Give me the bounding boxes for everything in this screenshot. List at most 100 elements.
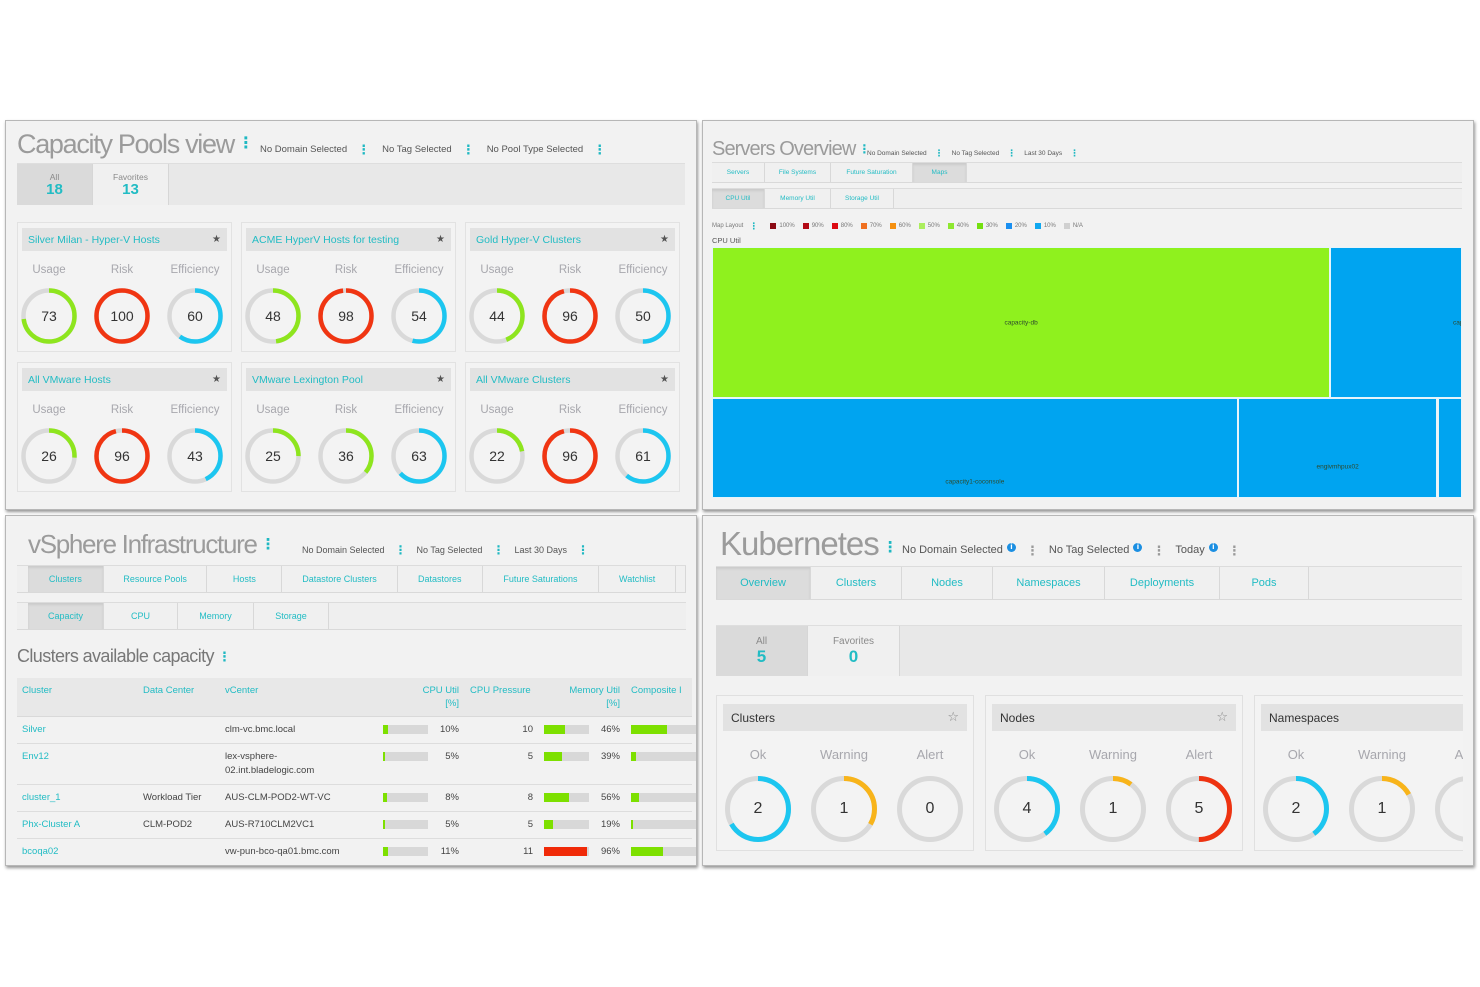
treemap-cell[interactable]: cap bbox=[1330, 247, 1462, 399]
count-tab-all[interactable]: All 5 bbox=[716, 626, 808, 676]
pool-card[interactable]: All VMware Hosts ★ Usage 26 Risk 96 Efficiency… bbox=[17, 362, 232, 492]
filter-menu-icon[interactable]: ⋮ bbox=[1070, 148, 1079, 158]
table-row[interactable]: Silver clm-vc.bmc.local 10% 10 46% bbox=[17, 717, 696, 744]
risk-gauge[interactable]: 96 bbox=[92, 426, 152, 486]
info-icon[interactable]: i bbox=[1006, 542, 1016, 552]
treemap-cell[interactable]: engivmhpux02 bbox=[1237, 398, 1438, 498]
efficiency-gauge[interactable]: 43 bbox=[165, 426, 225, 486]
cluster-name-link[interactable]: bcoqa02 bbox=[22, 845, 58, 859]
filter-label[interactable]: No Tag Selected bbox=[1049, 544, 1130, 556]
efficiency-gauge[interactable]: 63 bbox=[389, 426, 449, 486]
map-layout-menu-icon[interactable]: ⋮ bbox=[749, 221, 758, 231]
table-row[interactable]: bcoqa02 vw-pun-bco-qa01.bmc.com 11% 11 96% bbox=[17, 839, 696, 865]
cluster-name-link[interactable]: Env12 bbox=[22, 750, 49, 764]
filter-label[interactable]: No Domain Selected bbox=[302, 545, 385, 555]
warning-gauge[interactable]: 1 bbox=[1347, 774, 1417, 844]
tab-cpu[interactable]: CPU bbox=[104, 603, 178, 629]
tab-storage[interactable]: Storage bbox=[254, 603, 329, 629]
tab-clusters[interactable]: Clusters bbox=[28, 566, 104, 592]
filter-menu-icon[interactable]: ⋮ bbox=[1026, 544, 1039, 557]
ok-gauge[interactable]: 4 bbox=[992, 774, 1062, 844]
column-header-vcenter[interactable]: vCenter bbox=[225, 684, 258, 697]
tab-hosts[interactable]: Hosts bbox=[207, 566, 283, 592]
tab-memory-util[interactable]: Memory Util bbox=[765, 189, 831, 208]
filter-menu-icon[interactable]: ⋮ bbox=[492, 544, 504, 556]
pool-card[interactable]: Silver Milan - Hyper-V Hosts ★ Usage 73 Risk… bbox=[17, 222, 232, 352]
column-header-composite[interactable]: Composite I bbox=[631, 684, 682, 697]
treemap-cell[interactable]: capacity-db bbox=[712, 247, 1331, 399]
tab-resource-pools[interactable]: Resource Pools bbox=[103, 566, 208, 592]
tab-watchlist[interactable]: Watchlist bbox=[599, 566, 677, 592]
filter-menu-icon[interactable]: ⋮ bbox=[935, 148, 944, 158]
filter-no-pool-type-selected[interactable]: No Pool Type Selected ⋮ bbox=[487, 143, 618, 156]
usage-gauge[interactable]: 73 bbox=[19, 286, 79, 346]
filter-menu-icon[interactable]: ⋮ bbox=[1007, 148, 1016, 158]
filter-menu-icon[interactable]: ⋮ bbox=[357, 143, 370, 156]
risk-gauge[interactable]: 96 bbox=[540, 426, 600, 486]
risk-gauge[interactable]: 96 bbox=[540, 286, 600, 346]
table-row[interactable]: Phx-Cluster A CLM-POD2 AUS-R710CLM2VC1 5% 5 1… bbox=[17, 812, 696, 839]
treemap-cell[interactable] bbox=[1437, 398, 1462, 498]
cluster-name-link[interactable]: cluster_1 bbox=[22, 791, 61, 805]
tab-future-saturations[interactable]: Future Saturations bbox=[482, 566, 600, 592]
tab-maps[interactable]: Maps bbox=[913, 163, 967, 182]
tab-datastores[interactable]: Datastores bbox=[397, 566, 483, 592]
table-row[interactable]: cluster_1 Workload Tier AUS-CLM-POD2-WT-VC… bbox=[17, 785, 696, 812]
efficiency-gauge[interactable]: 54 bbox=[389, 286, 449, 346]
pool-card[interactable]: All VMware Clusters ★ Usage 22 Risk 96 Efficie… bbox=[465, 362, 680, 492]
pool-card[interactable]: ACME HyperV Hosts for testing ★ Usage 48 Ris… bbox=[241, 222, 456, 352]
panel-menu-icon[interactable]: ⋮ bbox=[883, 540, 898, 555]
filter-menu-icon[interactable]: ⋮ bbox=[462, 143, 475, 156]
usage-gauge[interactable]: 25 bbox=[243, 426, 303, 486]
alert-gauge[interactable] bbox=[1433, 774, 1463, 844]
warning-gauge[interactable]: 1 bbox=[809, 774, 879, 844]
column-header-memory-util[interactable]: Memory Util [%] bbox=[558, 684, 620, 710]
info-icon[interactable]: i bbox=[1208, 542, 1218, 552]
tab-datastore-clusters[interactable]: Datastore Clusters bbox=[282, 566, 398, 592]
filter-label[interactable]: No Pool Type Selected bbox=[487, 144, 583, 155]
filter-menu-icon[interactable]: ⋮ bbox=[577, 544, 589, 556]
cluster-name-link[interactable]: Silver bbox=[22, 723, 46, 737]
filter-last-30-days[interactable]: Last 30 Days ⋮ bbox=[514, 544, 599, 556]
tab-namespaces[interactable]: Namespaces bbox=[993, 567, 1105, 599]
efficiency-gauge[interactable]: 60 bbox=[165, 286, 225, 346]
ok-gauge[interactable]: 2 bbox=[1261, 774, 1331, 844]
risk-gauge[interactable]: 98 bbox=[316, 286, 376, 346]
table-row[interactable]: Env12 lex-vsphere-02.int.bladelogic.com 5%… bbox=[17, 744, 696, 785]
usage-gauge[interactable]: 48 bbox=[243, 286, 303, 346]
filter-label[interactable]: Last 30 Days bbox=[1024, 150, 1062, 157]
tab-cpu-util[interactable]: CPU Util bbox=[712, 189, 765, 208]
filter-label[interactable]: Last 30 Days bbox=[514, 545, 567, 555]
efficiency-gauge[interactable]: 50 bbox=[613, 286, 673, 346]
filter-label[interactable]: No Tag Selected bbox=[382, 144, 452, 155]
status-card-clusters[interactable]: Clusters ☆ Ok 2 Warning 1 Alert 0 bbox=[716, 695, 974, 851]
column-header-data-center[interactable]: Data Center bbox=[143, 684, 194, 697]
status-card-namespaces[interactable]: Namespaces☆Ok2Warning1Alert bbox=[1254, 695, 1463, 851]
panel-menu-icon[interactable]: ⋮ bbox=[238, 136, 254, 152]
tab-clusters[interactable]: Clusters bbox=[811, 567, 902, 599]
tab-deployments[interactable]: Deployments bbox=[1105, 567, 1220, 599]
pool-card[interactable]: Gold Hyper-V Clusters ★ Usage 44 Risk 96 Effic… bbox=[465, 222, 680, 352]
tab-pods[interactable]: Pods bbox=[1220, 567, 1309, 599]
tab-capacity[interactable]: Capacity bbox=[28, 603, 104, 629]
filter-no-tag-selected[interactable]: No Tag Selected ⋮ bbox=[417, 544, 515, 556]
usage-gauge[interactable]: 22 bbox=[467, 426, 527, 486]
filter-label[interactable]: No Domain Selected bbox=[867, 150, 927, 157]
alert-gauge[interactable]: 0 bbox=[895, 774, 965, 844]
tab-storage-util[interactable]: Storage Util bbox=[831, 189, 894, 208]
info-icon[interactable]: i bbox=[1133, 542, 1143, 552]
section-menu-icon[interactable]: ⋮ bbox=[218, 650, 231, 663]
filter-label[interactable]: No Domain Selected bbox=[902, 544, 1003, 556]
tab-overview[interactable]: Overview bbox=[716, 567, 811, 599]
tab-nodes[interactable]: Nodes bbox=[902, 567, 993, 599]
pool-card[interactable]: VMware Lexington Pool ★ Usage 25 Risk 36 Effic… bbox=[241, 362, 456, 492]
filter-today[interactable]: Today i ⋮ bbox=[1175, 542, 1250, 557]
filter-menu-icon[interactable]: ⋮ bbox=[395, 544, 407, 556]
status-card-nodes[interactable]: Nodes ☆ Ok 4 Warning 1 Alert 5 bbox=[985, 695, 1243, 851]
filter-menu-icon[interactable]: ⋮ bbox=[1228, 544, 1241, 557]
count-tab-favorites[interactable]: Favorites 13 bbox=[93, 164, 169, 205]
filter-menu-icon[interactable]: ⋮ bbox=[1152, 544, 1165, 557]
count-tab-favorites[interactable]: Favorites 0 bbox=[808, 626, 900, 676]
efficiency-gauge[interactable]: 61 bbox=[613, 426, 673, 486]
column-header-cpu-util[interactable]: CPU Util [%] bbox=[414, 684, 459, 710]
